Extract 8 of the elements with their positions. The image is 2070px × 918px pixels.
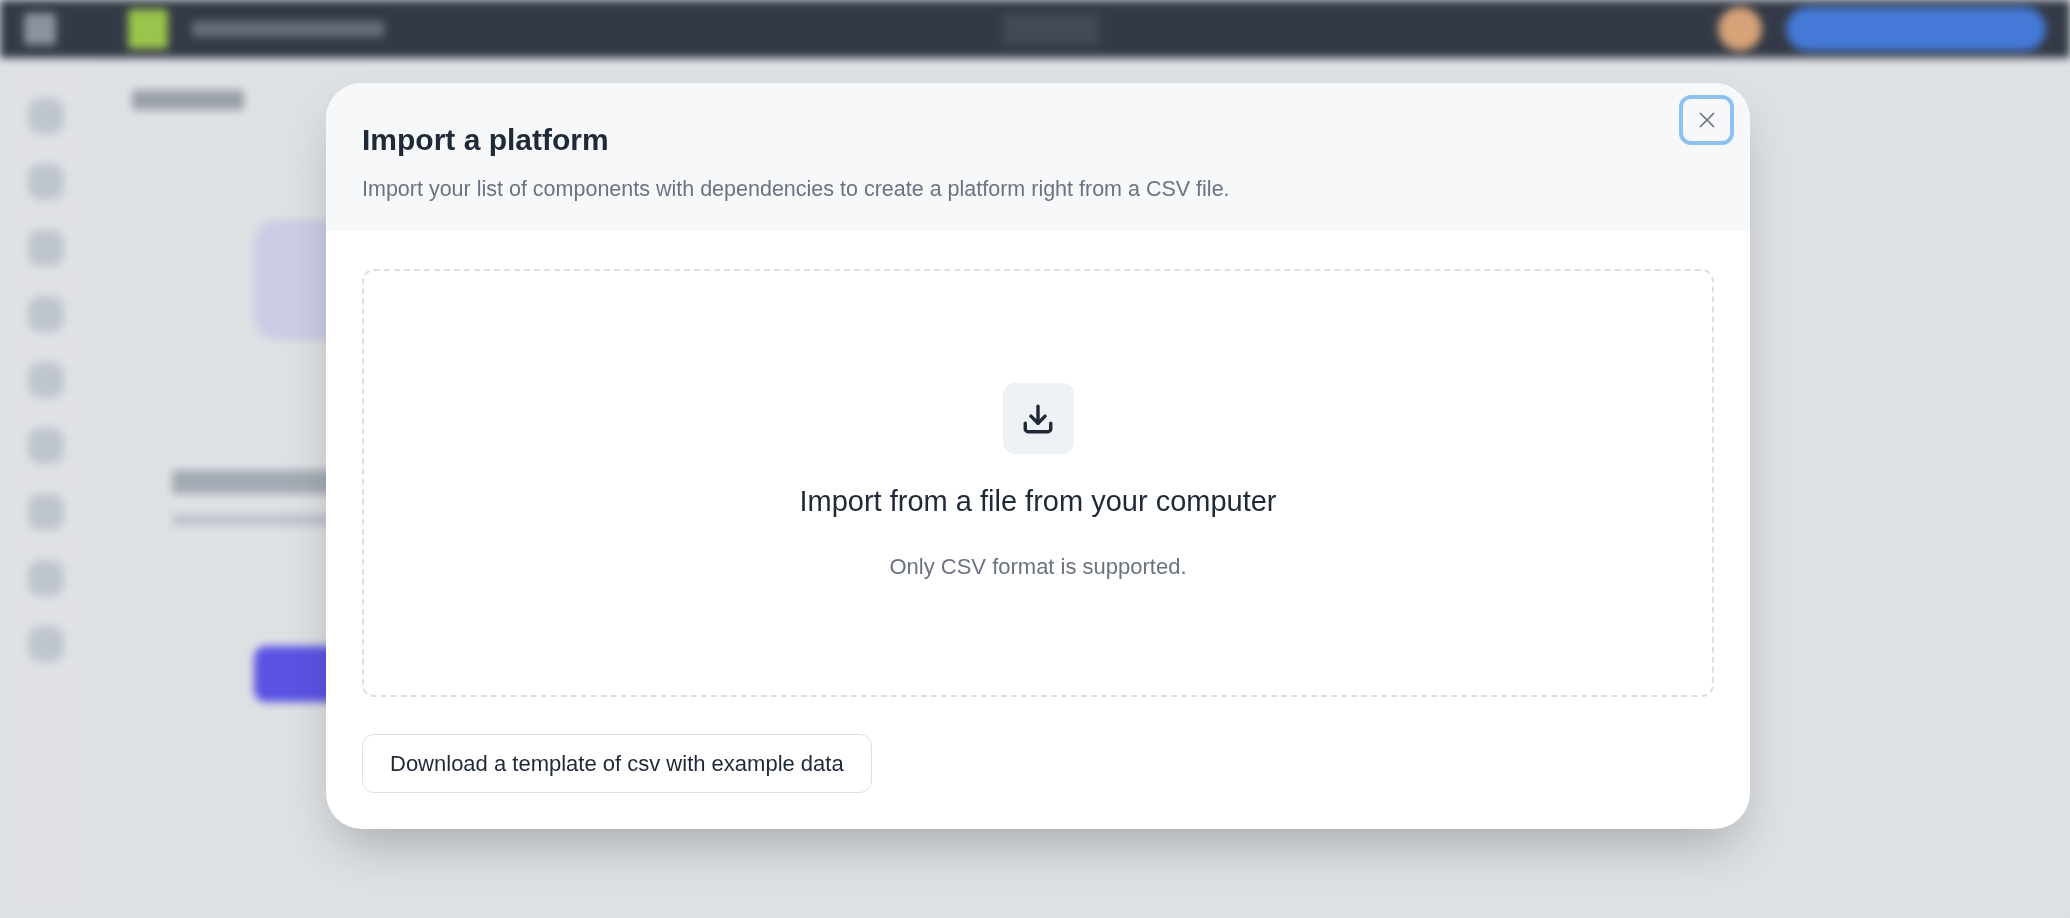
close-button[interactable]	[1679, 95, 1734, 145]
dropzone-hint: Only CSV format is supported.	[889, 552, 1187, 581]
download-icon	[1002, 383, 1074, 455]
dialog-title: Import a platform	[362, 122, 609, 159]
dialog-description: Import your list of components with dependencies to create a platform right from a CSV file.	[362, 175, 1230, 203]
dropzone-heading: Import from a file from your computer	[799, 484, 1277, 520]
file-dropzone[interactable]: Import from a file from your computer Only CSV format is supported.	[362, 269, 1714, 697]
download-template-button[interactable]: Download a template of csv with example data	[362, 734, 872, 793]
